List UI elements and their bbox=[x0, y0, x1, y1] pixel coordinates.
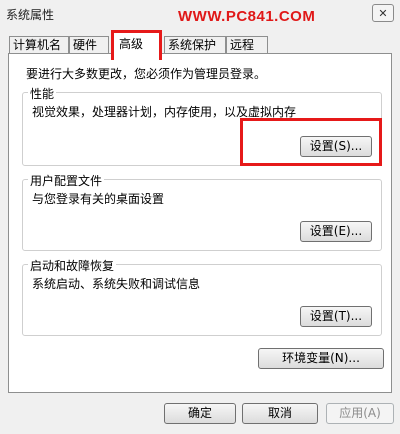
tab-computer-name[interactable]: 计算机名 bbox=[9, 36, 69, 53]
performance-group-title: 性能 bbox=[28, 85, 57, 102]
title-bar: 系统属性 WWW.PC841.COM ✕ bbox=[0, 0, 400, 30]
tab-label: 远程 bbox=[230, 38, 255, 52]
tab-system-protection[interactable]: 系统保护 bbox=[164, 36, 226, 53]
user-profiles-group-title: 用户配置文件 bbox=[28, 172, 105, 189]
cancel-button[interactable]: 取消 bbox=[242, 403, 318, 424]
admin-note: 要进行大多数更改，您必须作为管理员登录。 bbox=[26, 67, 267, 81]
apply-button[interactable]: 应用(A) bbox=[326, 403, 394, 424]
tab-hardware[interactable]: 硬件 bbox=[69, 36, 109, 53]
tab-label: 系统保护 bbox=[168, 38, 217, 52]
ok-button[interactable]: 确定 bbox=[164, 403, 236, 424]
tab-remote[interactable]: 远程 bbox=[226, 36, 268, 53]
tab-label: 计算机名 bbox=[13, 38, 62, 52]
settings-highlight-box bbox=[240, 118, 382, 166]
user-profiles-settings-button[interactable]: 设置(E)... bbox=[300, 221, 372, 242]
startup-recovery-group-title: 启动和故障恢复 bbox=[28, 257, 117, 274]
close-icon: ✕ bbox=[378, 6, 388, 20]
watermark-text: WWW.PC841.COM bbox=[178, 8, 316, 25]
tab-label: 硬件 bbox=[73, 38, 98, 52]
startup-recovery-settings-button[interactable]: 设置(T)... bbox=[300, 306, 372, 327]
tab-label: 高级 bbox=[119, 37, 144, 51]
close-button[interactable]: ✕ bbox=[372, 4, 394, 22]
window-title: 系统属性 bbox=[6, 8, 55, 22]
environment-variables-button[interactable]: 环境变量(N)... bbox=[258, 348, 384, 369]
startup-recovery-desc: 系统启动、系统失败和调试信息 bbox=[32, 277, 201, 291]
user-profiles-desc: 与您登录有关的桌面设置 bbox=[32, 192, 165, 206]
tab-advanced[interactable]: 高级 bbox=[111, 30, 162, 60]
